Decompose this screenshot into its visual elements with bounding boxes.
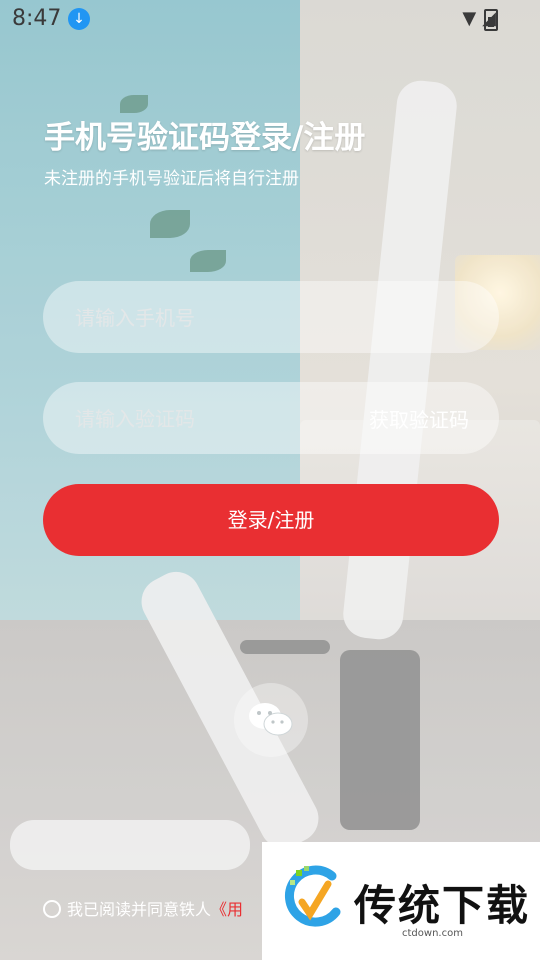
code-input[interactable] bbox=[73, 382, 377, 456]
get-code-button[interactable]: 获取验证码 bbox=[369, 404, 469, 433]
download-badge-icon: ↓ bbox=[68, 8, 90, 30]
wechat-icon bbox=[249, 703, 293, 736]
wechat-login-button[interactable] bbox=[234, 683, 308, 757]
agreement-link[interactable]: 《用 bbox=[211, 900, 243, 919]
code-field[interactable]: 获取验证码 bbox=[43, 382, 499, 456]
login-register-button[interactable]: 登录/注册 bbox=[43, 484, 499, 556]
battery-charging-icon bbox=[484, 9, 498, 31]
agreement: 我已阅读并同意铁人《用 bbox=[43, 896, 243, 920]
status-time: 8:47 bbox=[12, 6, 62, 31]
page-title: 手机号验证码登录/注册 bbox=[44, 120, 366, 156]
watermark: 传统下载 ctdown.com bbox=[262, 842, 540, 960]
phone-field[interactable] bbox=[43, 281, 499, 355]
watermark-logo-icon bbox=[284, 865, 341, 927]
status-bar: 8:47 ↓ ▼◢ bbox=[0, 0, 540, 38]
watermark-brand: 传统下载 bbox=[354, 881, 531, 930]
wifi-icon: ▼ bbox=[462, 8, 483, 29]
agreement-radio[interactable] bbox=[43, 900, 61, 918]
watermark-url: ctdown.com bbox=[402, 928, 463, 939]
page-subtitle: 未注册的手机号验证后将自行注册 bbox=[44, 169, 299, 189]
agreement-text: 我已阅读并同意铁人 bbox=[67, 900, 212, 919]
phone-input[interactable] bbox=[73, 281, 377, 355]
